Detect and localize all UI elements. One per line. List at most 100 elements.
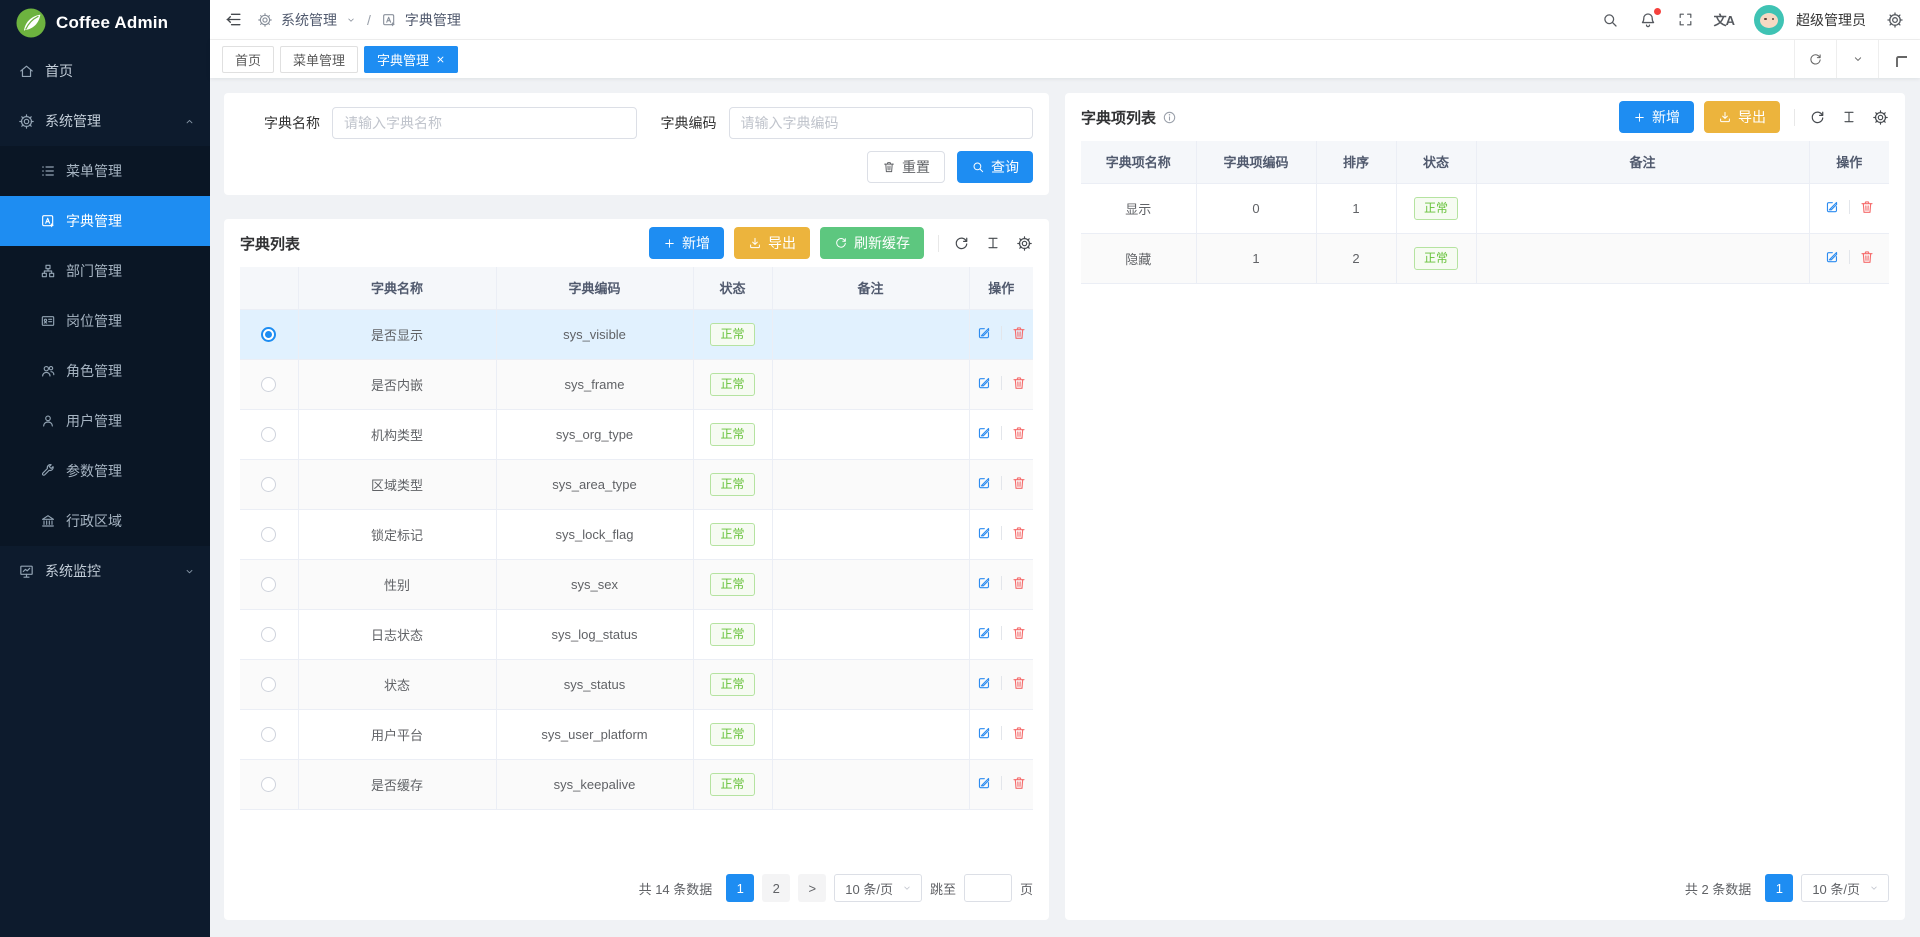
tab-menu-mgmt[interactable]: 菜单管理 bbox=[280, 46, 358, 73]
logo-leaf-icon bbox=[16, 8, 46, 38]
edit-icon[interactable] bbox=[976, 525, 992, 541]
edit-icon[interactable] bbox=[976, 475, 992, 491]
notifications-bell-icon[interactable] bbox=[1639, 11, 1657, 29]
sidebar-item-monitor[interactable]: 系统监控 bbox=[0, 546, 210, 596]
search-icon[interactable] bbox=[1601, 11, 1619, 29]
sidebar-item-dict-mgmt[interactable]: 字典管理 bbox=[0, 196, 210, 246]
add-dict-item-button[interactable]: 新增 bbox=[1619, 101, 1694, 133]
row-radio[interactable] bbox=[261, 477, 276, 492]
tab-dict-mgmt[interactable]: 字典管理 bbox=[364, 46, 458, 73]
edit-icon[interactable] bbox=[976, 375, 992, 391]
jump-page-input[interactable] bbox=[964, 874, 1012, 902]
row-radio[interactable] bbox=[261, 727, 276, 742]
row-radio[interactable] bbox=[261, 577, 276, 592]
row-height-icon[interactable] bbox=[1841, 109, 1857, 125]
edit-icon[interactable] bbox=[976, 675, 992, 691]
edit-icon[interactable] bbox=[976, 425, 992, 441]
language-switch-icon[interactable]: 文A bbox=[1714, 10, 1734, 29]
tabs-chevron-down-icon[interactable] bbox=[1836, 40, 1878, 78]
table-row[interactable]: 是否缓存 sys_keepalive 正常 bbox=[240, 759, 1033, 809]
table-row[interactable]: 区域类型 sys_area_type 正常 bbox=[240, 459, 1033, 509]
delete-icon[interactable] bbox=[1859, 199, 1875, 215]
column-settings-icon[interactable] bbox=[1872, 109, 1889, 126]
sidebar-item-system[interactable]: 系统管理 bbox=[0, 96, 210, 146]
sidebar-item-user-mgmt[interactable]: 用户管理 bbox=[0, 396, 210, 446]
refresh-table-icon[interactable] bbox=[1809, 109, 1826, 126]
table-row[interactable]: 状态 sys_status 正常 bbox=[240, 659, 1033, 709]
sidebar-item-admin-region[interactable]: 行政区域 bbox=[0, 496, 210, 546]
maximize-icon[interactable] bbox=[1878, 40, 1920, 78]
edit-icon[interactable] bbox=[1824, 249, 1840, 265]
row-radio[interactable] bbox=[261, 777, 276, 792]
sidebar-item-home[interactable]: 首页 bbox=[0, 46, 210, 96]
edit-icon[interactable] bbox=[976, 775, 992, 791]
row-height-icon[interactable] bbox=[985, 235, 1001, 251]
edit-icon[interactable] bbox=[976, 575, 992, 591]
sidebar-item-post-mgmt[interactable]: 岗位管理 bbox=[0, 296, 210, 346]
row-radio[interactable] bbox=[261, 327, 276, 342]
settings-gear-icon[interactable] bbox=[1886, 11, 1904, 29]
sidebar-item-menu-mgmt[interactable]: 菜单管理 bbox=[0, 146, 210, 196]
table-row[interactable]: 用户平台 sys_user_platform 正常 bbox=[240, 709, 1033, 759]
delete-icon[interactable] bbox=[1011, 575, 1027, 591]
table-row[interactable]: 是否内嵌 sys_frame 正常 bbox=[240, 359, 1033, 409]
close-tab-icon[interactable] bbox=[436, 55, 445, 64]
delete-icon[interactable] bbox=[1011, 625, 1027, 641]
page-1-button[interactable]: 1 bbox=[726, 874, 754, 902]
delete-icon[interactable] bbox=[1011, 325, 1027, 341]
col-remark: 备注 bbox=[1476, 141, 1809, 183]
fullscreen-icon[interactable] bbox=[1677, 11, 1694, 28]
page-size-select[interactable]: 10 条/页 bbox=[1801, 874, 1889, 902]
cell-code: sys_user_platform bbox=[496, 709, 693, 759]
page-size-select[interactable]: 10 条/页 bbox=[834, 874, 922, 902]
table-row[interactable]: 显示 0 1 正常 bbox=[1081, 183, 1889, 233]
refresh-page-icon[interactable] bbox=[1794, 40, 1836, 78]
table-row[interactable]: 隐藏 1 2 正常 bbox=[1081, 233, 1889, 283]
export-dict-item-button[interactable]: 导出 bbox=[1704, 101, 1780, 133]
reset-button[interactable]: 重置 bbox=[867, 151, 945, 183]
row-radio[interactable] bbox=[261, 427, 276, 442]
delete-icon[interactable] bbox=[1011, 775, 1027, 791]
edit-icon[interactable] bbox=[976, 325, 992, 341]
edit-icon[interactable] bbox=[1824, 199, 1840, 215]
table-row[interactable]: 机构类型 sys_org_type 正常 bbox=[240, 409, 1033, 459]
collapse-sidebar-icon[interactable] bbox=[224, 10, 243, 29]
edit-icon[interactable] bbox=[976, 625, 992, 641]
user-name[interactable]: 超级管理员 bbox=[1796, 10, 1866, 30]
dict-name-input[interactable] bbox=[332, 107, 637, 139]
cell-name: 锁定标记 bbox=[298, 509, 496, 559]
next-page-button[interactable]: > bbox=[798, 874, 826, 902]
table-row[interactable]: 是否显示 sys_visible 正常 bbox=[240, 309, 1033, 359]
sidebar-item-dept-mgmt[interactable]: 部门管理 bbox=[0, 246, 210, 296]
table-row[interactable]: 性别 sys_sex 正常 bbox=[240, 559, 1033, 609]
export-dict-button[interactable]: 导出 bbox=[734, 227, 810, 259]
row-radio[interactable] bbox=[261, 527, 276, 542]
query-button[interactable]: 查询 bbox=[957, 151, 1033, 183]
row-radio[interactable] bbox=[261, 677, 276, 692]
logo[interactable]: Coffee Admin bbox=[0, 0, 210, 46]
dict-code-input[interactable] bbox=[729, 107, 1034, 139]
refresh-table-icon[interactable] bbox=[953, 235, 970, 252]
delete-icon[interactable] bbox=[1011, 725, 1027, 741]
avatar[interactable] bbox=[1754, 5, 1784, 35]
delete-icon[interactable] bbox=[1011, 675, 1027, 691]
row-radio[interactable] bbox=[261, 377, 276, 392]
row-radio[interactable] bbox=[261, 627, 276, 642]
add-dict-button[interactable]: 新增 bbox=[649, 227, 724, 259]
refresh-cache-button[interactable]: 刷新缓存 bbox=[820, 227, 924, 259]
sidebar-item-role-mgmt[interactable]: 角色管理 bbox=[0, 346, 210, 396]
table-row[interactable]: 日志状态 sys_log_status 正常 bbox=[240, 609, 1033, 659]
column-settings-icon[interactable] bbox=[1016, 235, 1033, 252]
page-2-button[interactable]: 2 bbox=[762, 874, 790, 902]
delete-icon[interactable] bbox=[1859, 249, 1875, 265]
breadcrumb-system[interactable]: 系统管理 bbox=[281, 10, 337, 30]
delete-icon[interactable] bbox=[1011, 425, 1027, 441]
tab-home[interactable]: 首页 bbox=[222, 46, 274, 73]
delete-icon[interactable] bbox=[1011, 375, 1027, 391]
delete-icon[interactable] bbox=[1011, 525, 1027, 541]
delete-icon[interactable] bbox=[1011, 475, 1027, 491]
edit-icon[interactable] bbox=[976, 725, 992, 741]
sidebar-item-param-mgmt[interactable]: 参数管理 bbox=[0, 446, 210, 496]
page-1-button[interactable]: 1 bbox=[1765, 874, 1793, 902]
table-row[interactable]: 锁定标记 sys_lock_flag 正常 bbox=[240, 509, 1033, 559]
